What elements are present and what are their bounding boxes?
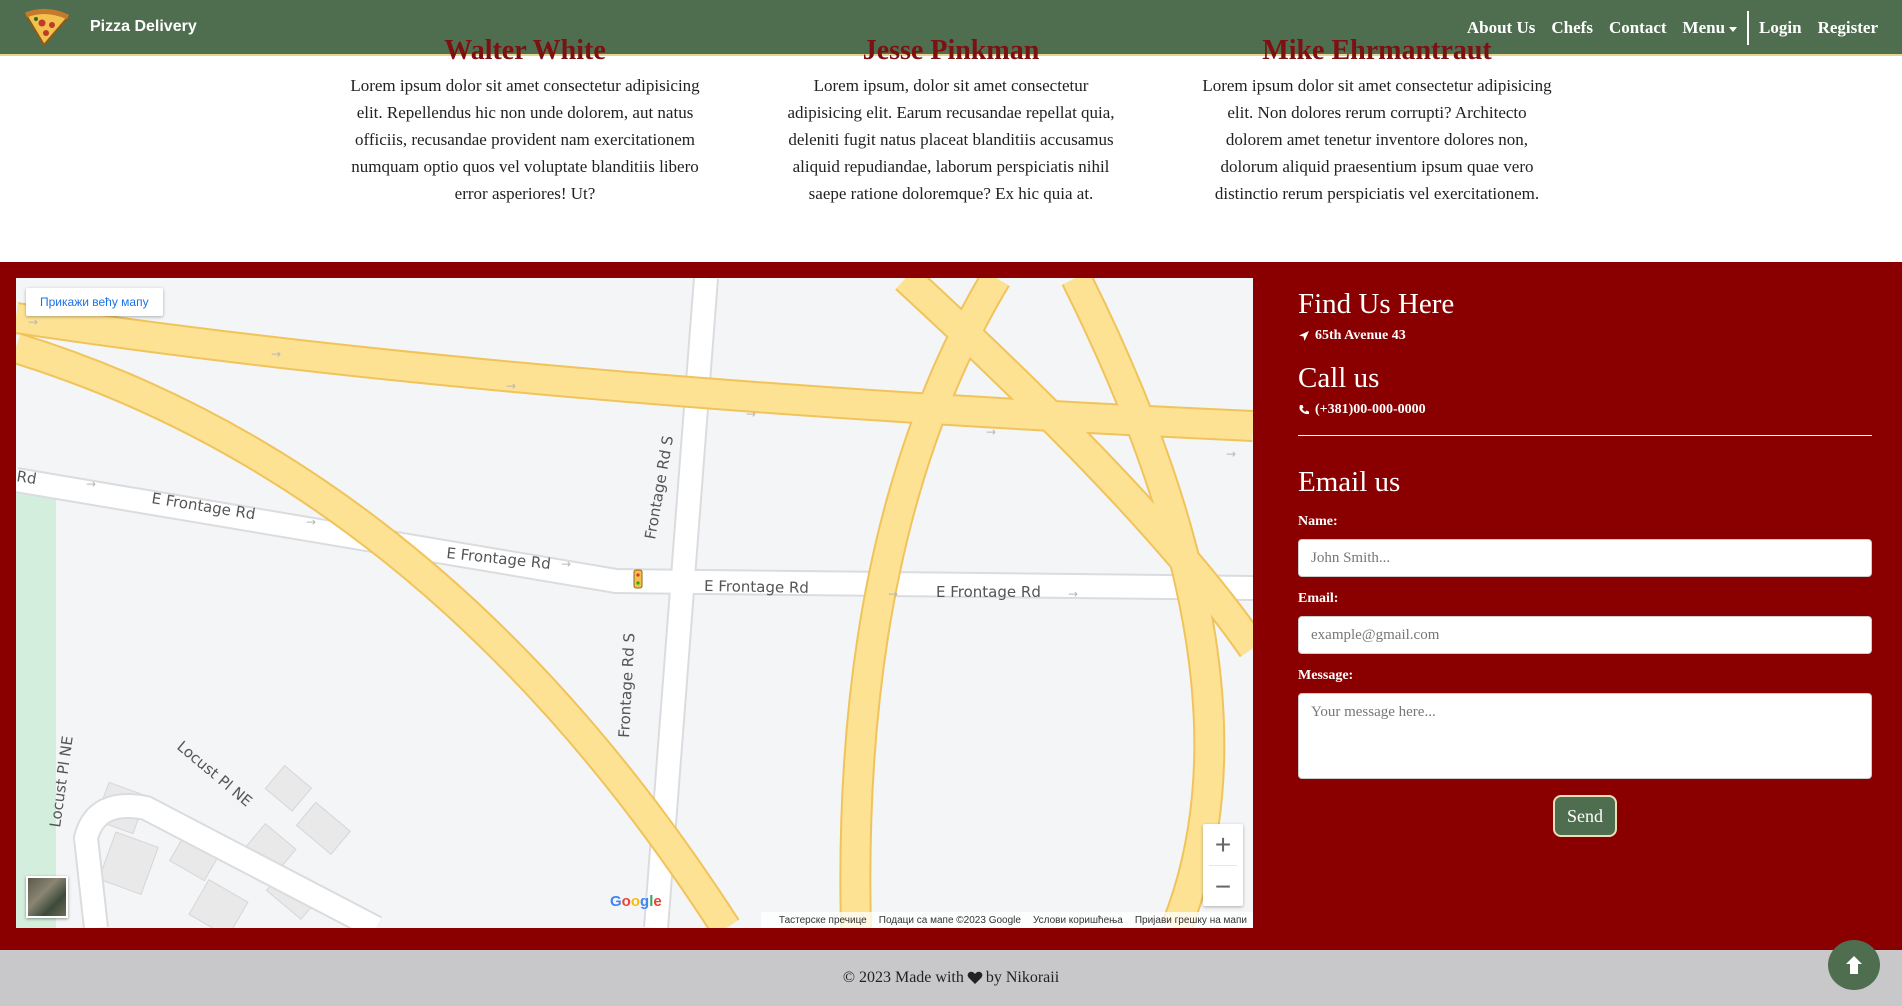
svg-text:→: →	[86, 477, 96, 491]
email-label: Email:	[1298, 591, 1339, 606]
nav-register[interactable]: Register	[1818, 18, 1878, 38]
chef-name: Mike Ehrmantraut	[1262, 36, 1492, 66]
nav-login[interactable]: Login	[1759, 18, 1802, 38]
nav-menu-label: Menu	[1682, 18, 1726, 37]
terms-link[interactable]: Услови коришћења	[1033, 915, 1123, 926]
svg-text:→: →	[888, 587, 898, 601]
keyboard-shortcuts-link[interactable]: Тастерске пречице	[779, 915, 867, 926]
footer-copyright: © 2023 Made with	[842, 969, 964, 986]
name-label: Name:	[1298, 514, 1338, 529]
google-logo: Google	[610, 893, 662, 910]
chef-name: Walter White	[444, 36, 606, 66]
svg-text:→: →	[1068, 587, 1078, 601]
nav-chefs[interactable]: Chefs	[1551, 18, 1593, 38]
nav-contact[interactable]: Contact	[1609, 18, 1667, 38]
phone-text: (+381)00-000-0000	[1315, 402, 1426, 417]
road-label: Rd	[16, 467, 38, 488]
nav-about-us[interactable]: About Us	[1467, 18, 1536, 38]
phone-icon	[1299, 405, 1309, 415]
chef-description: Lorem ipsum dolor sit amet consectetur a…	[1202, 76, 1552, 203]
back-to-top-button[interactable]	[1828, 940, 1880, 990]
svg-text:→: →	[271, 347, 281, 361]
satellite-toggle-button[interactable]	[26, 876, 68, 918]
find-us-heading: Find Us Here	[1298, 288, 1455, 320]
zoom-control: + −	[1203, 824, 1243, 906]
heart-icon	[967, 971, 983, 984]
svg-text:→: →	[28, 315, 38, 329]
pizza-logo-icon	[24, 9, 70, 47]
caret-down-icon	[1729, 26, 1738, 32]
address-text: 65th Avenue 43	[1315, 328, 1406, 343]
chef-description: Lorem ipsum dolor sit amet consectetur a…	[350, 76, 700, 203]
call-us-heading: Call us	[1298, 362, 1380, 394]
contact-panel: Find Us Here 65th Avenue 43 Call us (+38…	[1298, 286, 1872, 837]
map-canvas[interactable]: → → → → → → → → → → → Rd E Frontage Rd E Fronta…	[16, 278, 1253, 928]
name-input[interactable]: John Smith...	[1298, 539, 1872, 577]
svg-text:→: →	[986, 425, 996, 439]
location-arrow-icon	[1299, 331, 1309, 341]
svg-text:→: →	[306, 515, 316, 529]
report-error-link[interactable]: Пријави грешку на мапи	[1135, 915, 1247, 926]
address: 65th Avenue 43	[1298, 328, 1872, 344]
contact-section: → → → → → → → → → → → Rd E Frontage Rd E Fronta…	[0, 262, 1902, 950]
svg-text:→: →	[561, 557, 571, 571]
message-label: Message:	[1298, 668, 1354, 683]
footer-author: by Nikoraii	[985, 969, 1060, 986]
chef-name: Jesse Pinkman	[862, 36, 1040, 66]
road-label: E Frontage Rd	[936, 583, 1041, 601]
road-label: E Frontage Rd	[704, 577, 809, 597]
email-us-heading: Email us	[1298, 466, 1401, 498]
brand[interactable]: Pizza Delivery	[22, 7, 197, 47]
divider	[1298, 435, 1872, 436]
zoom-out-button[interactable]: −	[1203, 866, 1243, 907]
chef-card: Mike Ehrmantraut Lorem ipsum dolor sit a…	[1202, 36, 1552, 207]
chef-card: Jesse Pinkman Lorem ipsum, dolor sit ame…	[776, 36, 1126, 207]
view-larger-map-button[interactable]: Прикажи већу мапу	[26, 288, 163, 316]
google-map[interactable]: → → → → → → → → → → → Rd E Frontage Rd E Fronta…	[16, 278, 1253, 928]
brand-name: Pizza Delivery	[90, 18, 197, 35]
chef-description: Lorem ipsum, dolor sit amet consectetur …	[787, 76, 1115, 203]
zoom-in-button[interactable]: +	[1203, 824, 1243, 865]
arrow-up-icon	[1846, 956, 1862, 974]
nav-menu-dropdown[interactable]: Menu	[1683, 18, 1738, 38]
send-button[interactable]: Send	[1553, 795, 1617, 837]
map-attribution: Тастерске пречице Подаци са мапе ©2023 G…	[760, 912, 1253, 928]
svg-text:→: →	[1226, 447, 1236, 461]
message-textarea[interactable]: Your message here...	[1298, 693, 1872, 779]
map-data-text: Подаци са мапе ©2023 Google	[878, 914, 1021, 926]
chefs-section: Walter White Lorem ipsum dolor sit amet …	[0, 36, 1902, 262]
svg-text:→: →	[746, 407, 756, 421]
footer: © 2023 Made with by Nikoraii	[0, 950, 1902, 1006]
chef-card: Walter White Lorem ipsum dolor sit amet …	[350, 36, 700, 207]
phone: (+381)00-000-0000	[1298, 402, 1872, 418]
email-input[interactable]: example@gmail.com	[1298, 616, 1872, 654]
nav-divider	[1747, 11, 1750, 45]
svg-text:→: →	[506, 379, 516, 393]
